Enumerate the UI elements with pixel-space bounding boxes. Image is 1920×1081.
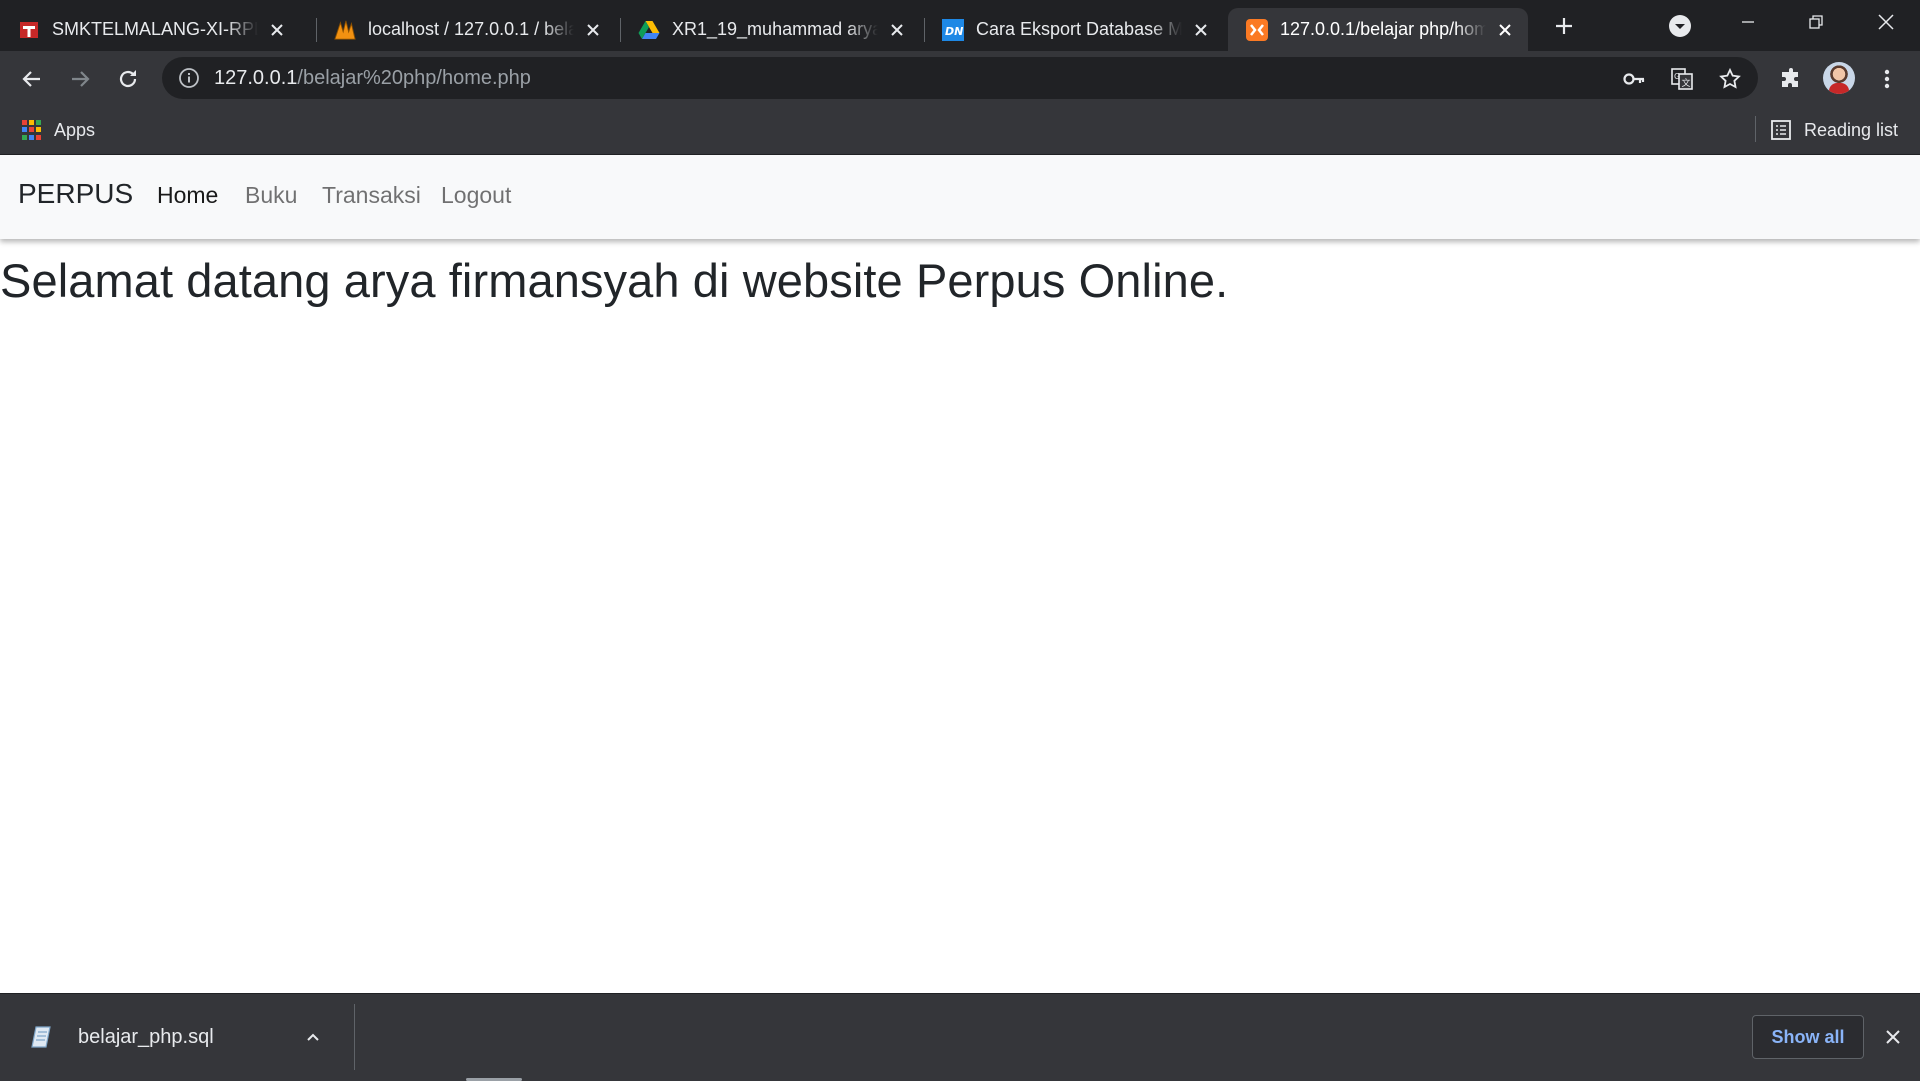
close-icon[interactable] xyxy=(582,19,604,41)
browser-tab[interactable]: SMKTELMALANG-XI-RPL-1 xyxy=(0,8,300,51)
navbar-brand[interactable]: PERPUS xyxy=(18,178,133,210)
download-item[interactable]: belajar_php.sql xyxy=(22,1012,332,1062)
url-path: /belajar%20php/home.php xyxy=(297,67,531,89)
profile-avatar[interactable] xyxy=(1823,62,1855,94)
page-viewport: PERPUS Home Buku Transaksi Logout Selama… xyxy=(0,155,1920,993)
address-bar[interactable]: 127.0.0.1/belajar%20php/home.php 文G xyxy=(162,57,1758,99)
sql-file-icon xyxy=(31,1026,51,1048)
url-host: 127.0.0.1 xyxy=(214,67,298,89)
close-icon[interactable] xyxy=(266,19,288,41)
svg-text:文: 文 xyxy=(1682,77,1691,89)
extensions-puzzle-icon[interactable] xyxy=(1776,64,1806,94)
show-all-button[interactable]: Show all xyxy=(1752,1015,1864,1059)
minimize-button[interactable] xyxy=(1714,0,1782,44)
chevron-up-icon[interactable] xyxy=(300,1024,326,1050)
download-file-name: belajar_php.sql xyxy=(78,1025,214,1048)
forward-button[interactable] xyxy=(65,64,95,94)
back-button[interactable] xyxy=(17,64,47,94)
tab-title: Cara Eksport Database MySQL xyxy=(976,19,1182,39)
shelf-divider xyxy=(354,1004,355,1070)
menu-kebab-icon[interactable] xyxy=(1872,64,1902,94)
tab-strip: SMKTELMALANG-XI-RPL-1 localhost / 127.0.… xyxy=(0,0,1920,51)
tab-search-button[interactable] xyxy=(1666,12,1694,40)
close-icon[interactable] xyxy=(1494,19,1516,41)
google-drive-icon xyxy=(638,19,660,41)
apps-grid-icon xyxy=(22,120,42,140)
phpmyadmin-icon xyxy=(334,19,356,41)
bookmarks-divider xyxy=(1755,116,1756,142)
apps-shortcut[interactable]: Apps xyxy=(22,117,95,143)
close-icon[interactable] xyxy=(1880,1024,1906,1050)
tab-title: XR1_19_muhammad arya firmansyah xyxy=(672,19,878,39)
url-text[interactable]: 127.0.0.1/belajar%20php/home.php xyxy=(214,67,531,90)
apps-label: Apps xyxy=(54,119,96,140)
reload-button[interactable] xyxy=(113,64,143,94)
svg-text:G: G xyxy=(1674,72,1680,81)
download-shelf: belajar_php.sql Show all xyxy=(0,993,1920,1081)
info-icon[interactable] xyxy=(178,67,200,89)
nav-link-home[interactable]: Home xyxy=(157,182,218,209)
telkom-school-icon xyxy=(18,19,40,41)
reading-list-button[interactable]: Reading list xyxy=(1770,117,1898,143)
bookmarks-bar: Apps Reading list xyxy=(0,106,1920,155)
close-icon[interactable] xyxy=(886,19,908,41)
tab-title: localhost / 127.0.0.1 / belajar_php xyxy=(368,19,574,39)
close-icon[interactable] xyxy=(1190,19,1212,41)
nav-link-transaksi[interactable]: Transaksi xyxy=(322,182,421,209)
new-tab-button[interactable] xyxy=(1550,12,1578,40)
reading-list-label: Reading list xyxy=(1804,119,1899,140)
nav-link-logout[interactable]: Logout xyxy=(441,182,511,209)
tab-title: SMKTELMALANG-XI-RPL-1 xyxy=(52,19,258,39)
key-icon[interactable] xyxy=(1621,66,1647,92)
restore-button[interactable] xyxy=(1782,0,1850,44)
bookmark-star-icon[interactable] xyxy=(1717,66,1743,92)
welcome-heading: Selamat datang arya firmansyah di websit… xyxy=(0,254,1229,307)
svg-text:DN: DN xyxy=(945,25,963,38)
nav-link-buku[interactable]: Buku xyxy=(245,182,297,209)
tab-title: 127.0.0.1/belajar php/home.php xyxy=(1280,19,1486,39)
xampp-icon xyxy=(1246,18,1268,41)
browser-tab-active[interactable]: 127.0.0.1/belajar php/home.php xyxy=(1228,8,1528,51)
dn-site-icon: DN xyxy=(942,18,964,41)
window-close-button[interactable] xyxy=(1852,0,1920,44)
translate-icon[interactable]: 文G xyxy=(1669,66,1695,92)
browser-tab[interactable]: XR1_19_muhammad arya firmansyah xyxy=(620,8,920,51)
site-navbar: PERPUS Home Buku Transaksi Logout xyxy=(0,155,1920,239)
browser-toolbar: 127.0.0.1/belajar%20php/home.php 文G xyxy=(0,51,1920,106)
reading-list-icon xyxy=(1771,120,1791,140)
browser-tab[interactable]: localhost / 127.0.0.1 / belajar_php xyxy=(316,8,616,51)
browser-tab[interactable]: DN Cara Eksport Database MySQL xyxy=(924,8,1224,51)
